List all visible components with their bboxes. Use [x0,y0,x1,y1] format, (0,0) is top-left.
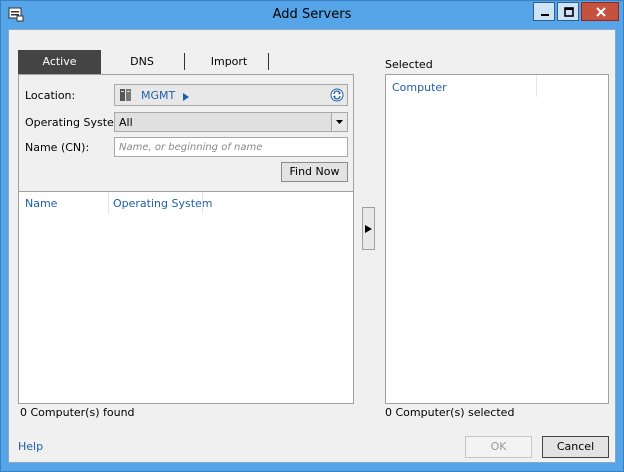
minimize-button[interactable] [533,2,555,21]
os-selected-value: All [119,116,133,129]
column-header-computer[interactable]: Computer [392,81,447,94]
add-selected-button[interactable] [362,207,375,250]
column-separator[interactable] [536,75,537,97]
tab-active-directory[interactable]: Active Directory [18,50,101,92]
selected-label: Selected [385,58,433,71]
maximize-button[interactable] [557,2,579,21]
refresh-icon[interactable] [330,88,344,105]
cancel-button[interactable]: Cancel [542,436,609,458]
tab-import[interactable]: Import [199,50,259,74]
help-link[interactable]: Help [18,440,43,453]
tab-dns[interactable]: DNS [106,50,178,74]
selected-list: Computer [385,74,609,404]
name-label: Name (CN): [25,141,90,154]
chevron-down-icon[interactable] [331,113,347,131]
filter-area: Location: MGMT Operating System: All Nam… [19,75,353,192]
os-dropdown[interactable]: All [114,112,348,132]
ok-button[interactable]: OK [465,436,532,458]
add-servers-window: Add Servers Active Directory DNS Import … [0,0,624,472]
location-label: Location: [25,89,76,102]
triangle-right-icon[interactable] [183,91,189,104]
location-field[interactable]: MGMT [114,84,348,106]
column-separator[interactable] [202,192,203,214]
dialog-client-area: Active Directory DNS Import Location: [8,29,616,463]
search-panel: Location: MGMT Operating System: All Nam… [18,74,354,404]
column-header-os[interactable]: Operating System [113,197,213,210]
find-now-button[interactable]: Find Now [281,162,348,182]
tab-separator [268,53,269,70]
os-label: Operating System: [25,116,129,129]
column-header-name[interactable]: Name [25,197,57,210]
location-value: MGMT [141,89,176,102]
window-title: Add Servers [272,7,352,22]
column-separator[interactable] [108,192,109,214]
close-button[interactable] [581,2,619,21]
title-bar[interactable]: Add Servers [1,1,623,29]
server-icon [119,88,133,105]
found-count-status: 0 Computer(s) found [20,406,135,419]
tab-separator [184,53,185,70]
name-search-input[interactable] [114,137,348,157]
selected-count-status: 0 Computer(s) selected [385,406,515,419]
